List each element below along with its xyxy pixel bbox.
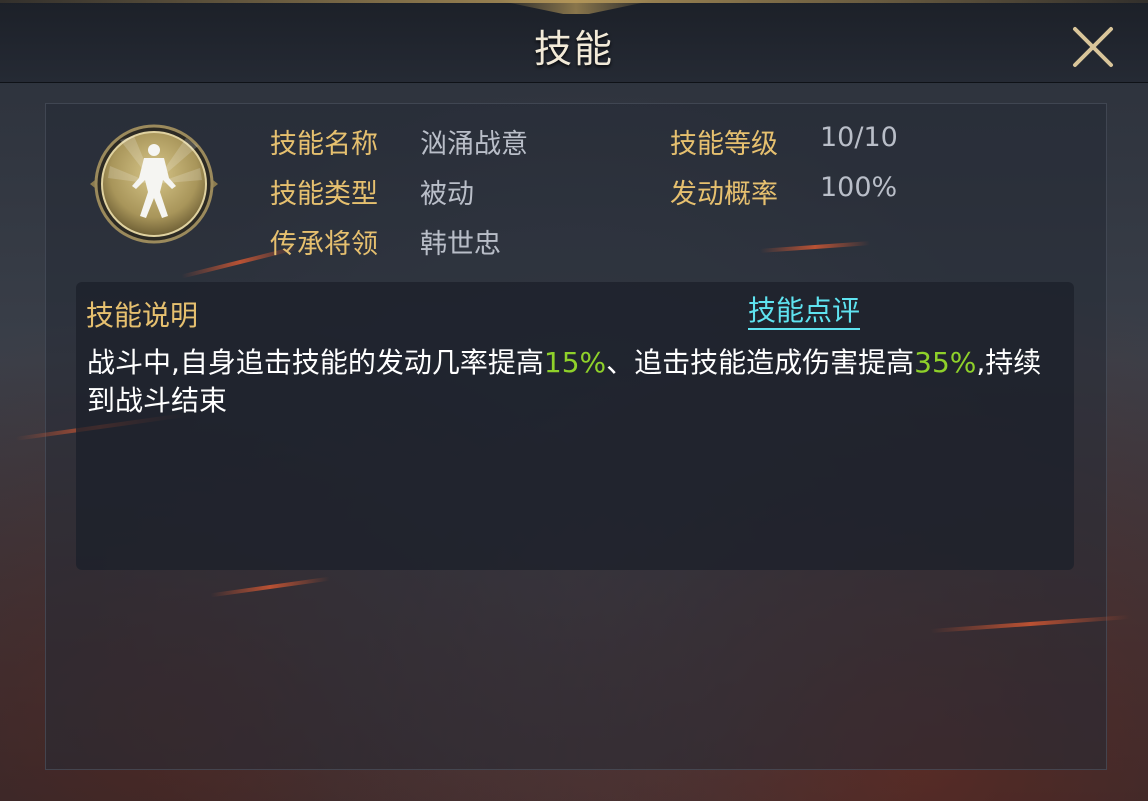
skill-name-value: 汹涌战意	[420, 129, 528, 160]
skill-type-label: 技能类型	[270, 179, 378, 210]
skill-level-value: 10/10	[820, 122, 898, 153]
skill-description: 战斗中,自身追击技能的发动几率提高15%、追击技能造成伤害提高35%,持续到战斗…	[87, 344, 1047, 420]
description-box	[76, 282, 1074, 570]
title-bar: 技能	[0, 0, 1148, 83]
skill-icon-frame	[90, 122, 218, 246]
description-text-1: 战斗中,自身追击技能的发动几率提高	[87, 346, 544, 379]
description-title: 技能说明	[86, 299, 199, 332]
close-button[interactable]	[1068, 22, 1118, 72]
skill-type-value: 被动	[420, 179, 474, 210]
description-text-2: 、追击技能造成伤害提高	[606, 346, 915, 379]
inherit-general-value: 韩世忠	[420, 229, 501, 260]
hit-rate-bonus: 15%	[543, 346, 607, 379]
close-icon[interactable]	[1068, 22, 1118, 72]
title-ornament	[496, 0, 656, 14]
damage-bonus: 35%	[914, 346, 977, 379]
page-title: 技能	[533, 27, 614, 71]
skill-level-label: 技能等级	[670, 129, 778, 160]
trigger-rate-label: 发动概率	[670, 179, 778, 210]
skill-review-link[interactable]: 技能点评	[748, 294, 861, 330]
trigger-rate-value: 100%	[820, 172, 898, 203]
skill-name-label: 技能名称	[270, 129, 378, 160]
inherit-general-label: 传承将领	[270, 229, 378, 260]
warrior-stance-icon	[90, 124, 218, 244]
